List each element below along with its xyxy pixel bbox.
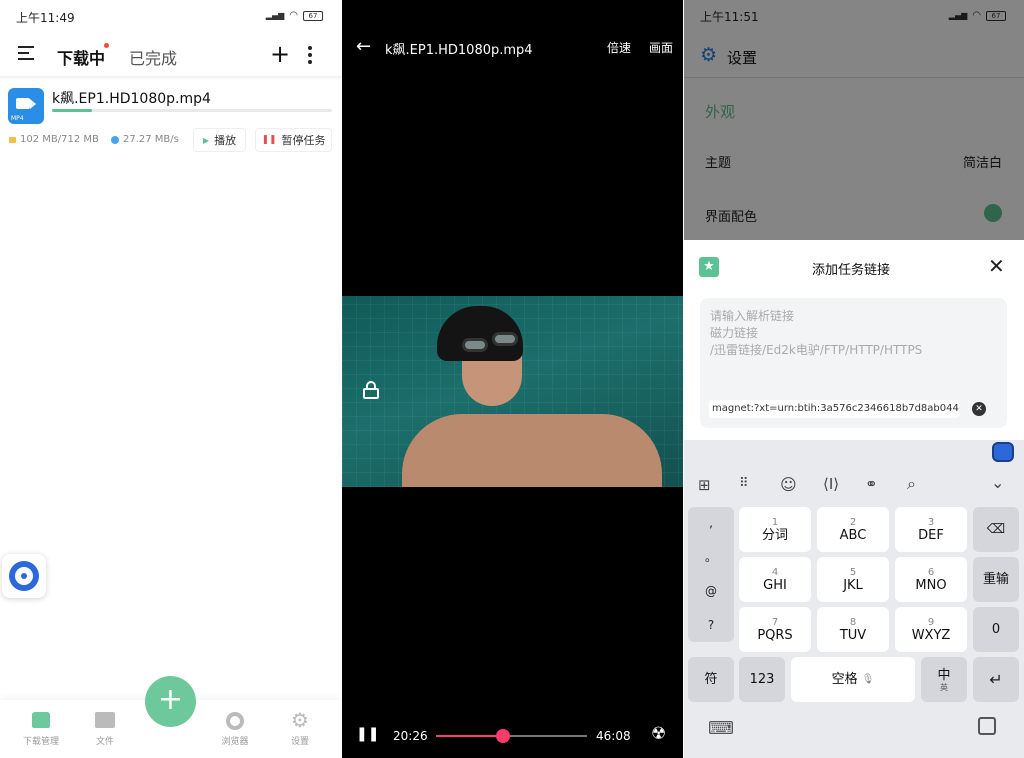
current-time: 20:26 [393, 729, 428, 743]
backspace-icon: ⌫ [986, 522, 1006, 537]
video-frame[interactable] [342, 296, 683, 487]
link-chip[interactable]: magnet:?xt=urn:btih:3a576c2346618b7d8ab0… [709, 400, 959, 418]
task-size: 102 MB/712 MB [9, 134, 99, 145]
lang-switch-key[interactable]: 中英 [921, 657, 967, 702]
bookmark-star-icon: ★ [699, 257, 719, 277]
close-icon[interactable]: ✕ [988, 254, 1005, 278]
backspace-key[interactable]: ⌫ [973, 507, 1019, 552]
reenter-key[interactable]: 重输 [973, 557, 1019, 602]
swimmer-body [402, 414, 662, 487]
key-7[interactable]: 7 PQRS [739, 607, 811, 652]
goggles-left [462, 338, 488, 352]
floating-assistant-button[interactable] [2, 554, 46, 598]
key-8[interactable]: 8 TUV [817, 607, 889, 652]
seek-bar-fill [436, 735, 503, 737]
status-time: 上午11:49 [16, 11, 75, 25]
tab-downloading[interactable]: 下载中 [57, 45, 105, 69]
radiation-icon[interactable]: ☢ [651, 724, 666, 744]
key-2[interactable]: 2 ABC [817, 507, 889, 552]
zero-key[interactable]: 0 [973, 607, 1019, 652]
play-button[interactable]: ▶ 播放 [193, 128, 246, 152]
pause-button[interactable]: ❚❚ [356, 726, 379, 742]
enter-icon: ↵ [989, 670, 1003, 689]
seek-bar[interactable] [436, 729, 587, 743]
task-filename[interactable]: k飙.EP1.HD1080p.mp4 [52, 88, 211, 108]
speed-button[interactable]: 倍速 [607, 39, 631, 56]
folder-icon [9, 136, 16, 143]
key-1[interactable]: 1 分词 [739, 507, 811, 552]
more-icon[interactable] [308, 46, 312, 64]
chrome-icon [226, 712, 244, 730]
punct-key-at[interactable]: @ [688, 574, 734, 608]
mic-icon: 🎙 [861, 674, 875, 685]
punct-key-period[interactable]: 。 [688, 540, 734, 574]
punct-key-comma[interactable]: , [688, 507, 734, 540]
download-manager-screen: 上午11:49 ▂▄▆ ◠ 67 下载中 已完成 + MP4 k飙.EP1.HD… [0, 0, 341, 758]
key-9[interactable]: 9 WXYZ [895, 607, 967, 652]
punctuation-column: , 。 @ ? [688, 507, 734, 642]
wifi-icon: ◠ [289, 10, 298, 21]
search-icon[interactable]: ⌕ [907, 474, 916, 494]
nav-download-manager[interactable]: 下载管理 [9, 712, 73, 747]
key-3[interactable]: 3 DEF [895, 507, 967, 552]
pause-task-button[interactable]: ❚❚ 暂停任务 [255, 128, 332, 152]
status-icons: ▂▄▆ ◠ 67 [266, 10, 323, 21]
link-input-area[interactable]: 请输入解析链接 磁力链接 /迅雷链接/Ed2k电驴/FTP/HTTP/HTTPS… [700, 298, 1007, 428]
nav-browser[interactable]: 浏览器 [203, 712, 267, 747]
dialog-title: 添加任务链接 [812, 263, 891, 278]
seek-thumb[interactable] [495, 729, 510, 743]
add-icon[interactable]: + [270, 40, 290, 68]
video-title: k飙.EP1.HD1080p.mp4 [385, 43, 533, 58]
settings-screen: 上午11:51 ▂▄▆ ◠ 67 ⚙ 设置 外观 主题 简洁白 界面配色 ★ 添… [684, 0, 1024, 758]
task-progress-track [52, 109, 332, 112]
space-key[interactable]: 空格 🎙 [791, 657, 915, 702]
link-input-placeholder: 请输入解析链接 磁力链接 /迅雷链接/Ed2k电驴/FTP/HTTP/HTTPS [710, 309, 923, 357]
punct-key-question[interactable]: ? [688, 608, 734, 642]
goggles-right [492, 332, 518, 346]
emoji-icon[interactable]: ☺ [780, 475, 797, 494]
speed-icon [111, 135, 119, 144]
task-speed: 27.27 MB/s [111, 134, 179, 145]
battery-icon: 67 [303, 10, 323, 21]
key-5[interactable]: 5 JKL [817, 557, 889, 602]
add-task-fab[interactable]: + [145, 676, 196, 727]
clipboard-icon[interactable] [978, 717, 996, 735]
signal-icon: ▂▄▆ [265, 11, 285, 20]
back-icon[interactable]: ← [356, 36, 371, 57]
menu-icon[interactable] [18, 46, 36, 60]
notification-dot [104, 43, 109, 48]
gear-icon: ⚙ [291, 708, 309, 732]
header-divider [0, 76, 341, 80]
lock-icon[interactable] [363, 381, 379, 399]
link-icon[interactable]: ⚭ [865, 475, 878, 493]
tab-completed[interactable]: 已完成 [129, 45, 177, 69]
picture-button[interactable]: 画面 [649, 39, 673, 56]
nav-files[interactable]: 文件 [73, 712, 137, 747]
home-icon [32, 712, 50, 728]
task-progress-fill [52, 109, 93, 112]
collapse-keyboard-icon[interactable]: ⌄ [991, 473, 1004, 492]
video-file-icon: MP4 [8, 88, 44, 124]
apps-grid-icon[interactable]: ⊞ [698, 476, 711, 494]
pause-icon: ❚❚ [261, 135, 277, 145]
numeric-key[interactable]: 123 [739, 657, 785, 702]
keyboard-icon[interactable]: ⌨ [708, 718, 734, 739]
folder-icon [95, 712, 115, 728]
play-icon: ▶ [202, 135, 210, 145]
assistant-robot-icon[interactable] [992, 442, 1014, 462]
video-player-screen: ← k飙.EP1.HD1080p.mp4 倍速 画面 ❚❚ 20:26 46:0… [342, 0, 683, 758]
keyboard-layout-icon[interactable]: ⠿ [739, 476, 749, 491]
key-4[interactable]: 4 GHI [739, 557, 811, 602]
dialog-scrim[interactable] [684, 0, 1024, 240]
key-6[interactable]: 6 MNO [895, 557, 967, 602]
enter-key[interactable]: ↵ [973, 657, 1019, 702]
symbol-key[interactable]: 符 [688, 657, 734, 702]
clear-link-icon[interactable]: ✕ [972, 402, 986, 416]
cursor-icon[interactable]: ⟨I⟩ [823, 475, 839, 493]
total-time: 46:08 [596, 729, 631, 743]
nav-settings[interactable]: ⚙ 设置 [268, 710, 332, 747]
